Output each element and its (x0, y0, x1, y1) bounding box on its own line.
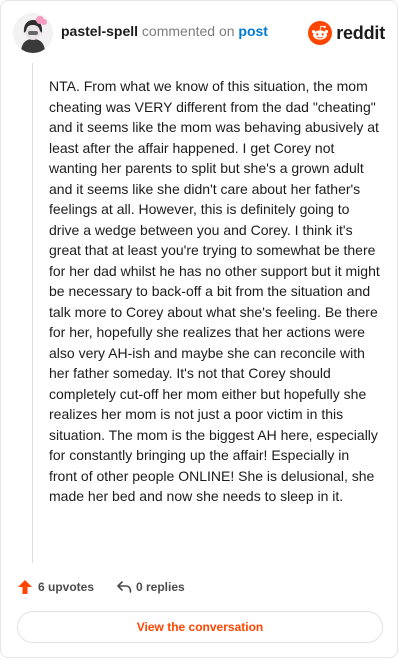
reddit-logo[interactable]: reddit (308, 21, 385, 45)
commented-on-label: commented on (141, 23, 235, 39)
thread-line (32, 63, 33, 563)
reddit-wordmark: reddit (336, 22, 385, 43)
post-link[interactable]: post (238, 23, 268, 39)
user-avatar[interactable] (13, 13, 53, 53)
avatar-image-icon (13, 13, 53, 53)
comment-card: pastel-spell commented on post reddit NT… (0, 0, 398, 658)
upvote-arrow-icon[interactable] (17, 579, 33, 595)
comment-meta: pastel-spell commented on post (61, 23, 268, 39)
upvote-count: 6 upvotes (38, 580, 95, 594)
reply-count: 0 replies (136, 580, 185, 594)
username-link[interactable]: pastel-spell (61, 23, 138, 39)
reply-arrow-icon[interactable] (116, 579, 132, 595)
comment-header: pastel-spell commented on post reddit (13, 13, 385, 53)
comment-body: NTA. From what we know of this situation… (49, 78, 384, 504)
view-conversation-button[interactable]: View the conversation (17, 611, 383, 643)
reddit-alien-icon (308, 21, 333, 45)
